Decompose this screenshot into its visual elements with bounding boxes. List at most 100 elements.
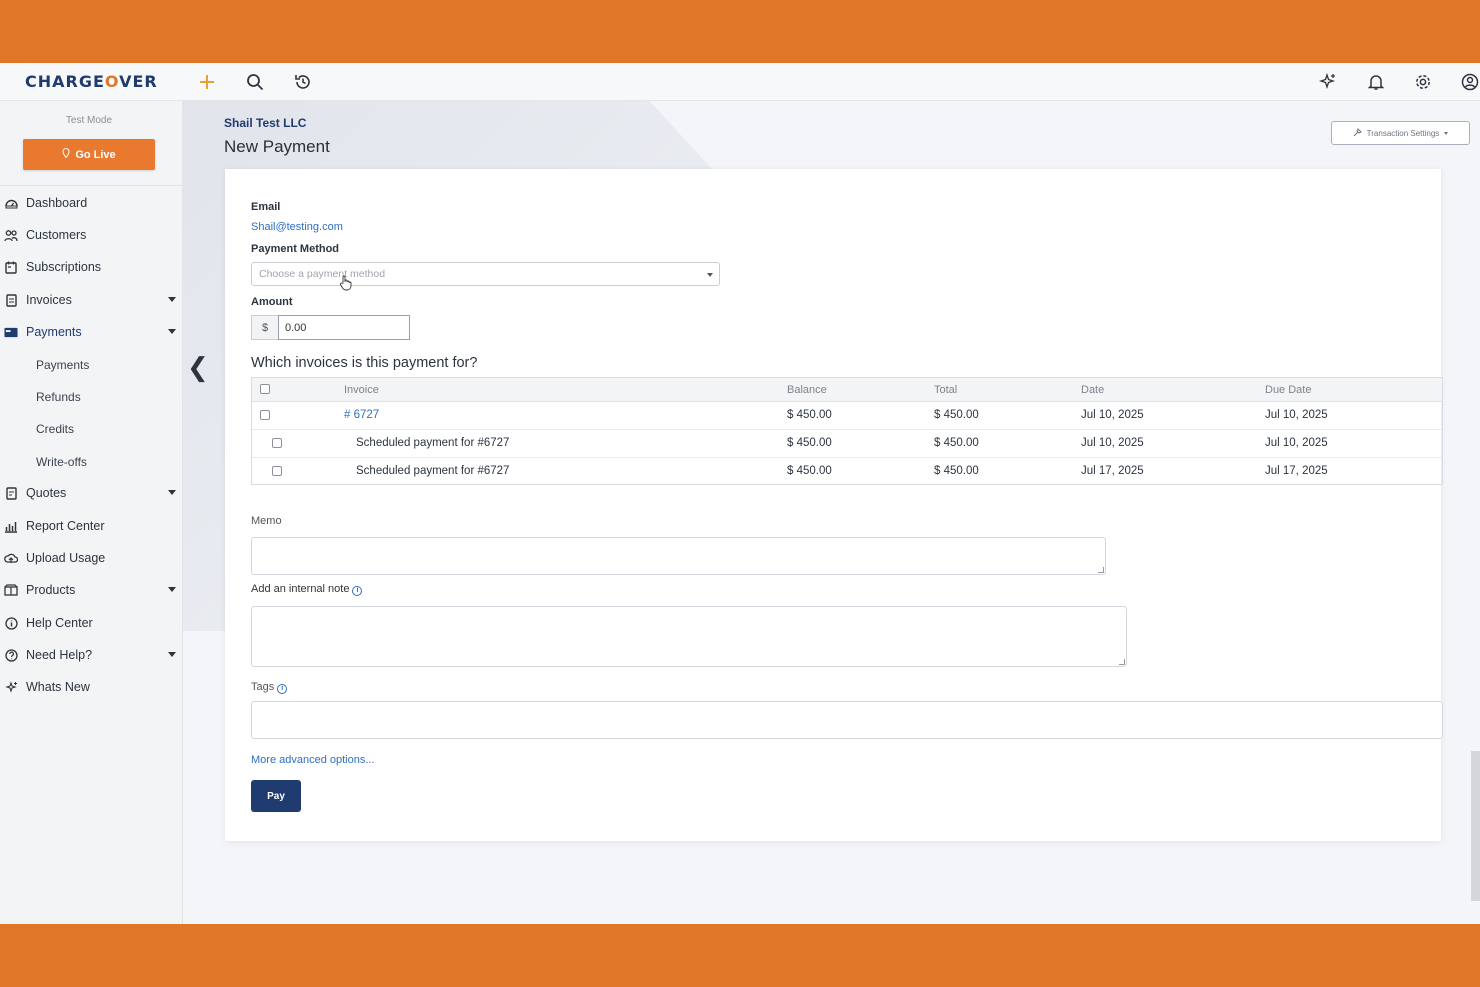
internal-note-textarea[interactable] [251, 606, 1127, 667]
hand-cursor-icon [339, 275, 352, 296]
chevron-down-icon [707, 273, 713, 277]
card-icon [4, 325, 18, 339]
sparkle-icon [4, 680, 18, 694]
chevron-down-icon[interactable] [168, 297, 176, 302]
balance-cell: $ 450.00 [787, 465, 832, 477]
sidebar-item-upload-usage[interactable]: Upload Usage [0, 545, 183, 571]
quote-icon [4, 486, 18, 500]
date-cell: Jul 10, 2025 [1081, 437, 1144, 449]
search-icon[interactable] [243, 70, 267, 94]
sidebar-divider [0, 185, 183, 186]
payment-method-select[interactable]: Choose a payment method [251, 262, 720, 286]
sidebar-subitem-write-offs[interactable]: Write-offs [36, 455, 87, 469]
sidebar-item-need-help[interactable]: Need Help? [0, 642, 183, 668]
sidebar-subitem-credits[interactable]: Credits [36, 422, 74, 436]
sparkle-icon[interactable] [1316, 70, 1340, 94]
pay-button[interactable]: Pay [251, 780, 301, 812]
chargeover-logo[interactable]: CHARGEOVER [25, 72, 158, 91]
select-all-checkbox[interactable] [260, 384, 270, 394]
bell-icon[interactable] [1364, 70, 1388, 94]
memo-textarea[interactable] [251, 537, 1106, 575]
due-date-cell: Jul 10, 2025 [1265, 409, 1328, 421]
row-checkbox[interactable] [272, 438, 282, 448]
memo-label: Memo [251, 515, 282, 527]
chevron-down-icon[interactable] [168, 652, 176, 657]
invoice-icon [4, 293, 18, 307]
report-icon [4, 519, 18, 533]
sidebar-item-quotes[interactable]: Quotes [0, 480, 183, 506]
table-row: # 6727 $ 450.00 $ 450.00 Jul 10, 2025 Ju… [252, 402, 1442, 430]
date-cell: Jul 10, 2025 [1081, 409, 1144, 421]
balance-cell: $ 450.00 [787, 437, 832, 449]
date-cell: Jul 17, 2025 [1081, 465, 1144, 477]
sidebar-item-subscriptions[interactable]: Subscriptions [0, 254, 183, 280]
sidebar-item-dashboard[interactable]: Dashboard [0, 190, 183, 216]
transaction-settings-button[interactable]: Transaction Settings [1331, 121, 1470, 145]
user-icon[interactable] [1458, 70, 1480, 94]
sidebar-subitem-payments[interactable]: Payments [36, 358, 89, 372]
sidebar-item-products[interactable]: Products [0, 577, 183, 603]
total-cell: $ 450.00 [934, 465, 979, 477]
go-live-button[interactable]: Go Live [23, 139, 155, 170]
sidebar-item-invoices[interactable]: Invoices [0, 287, 183, 313]
pin-icon [62, 147, 70, 161]
gear-icon[interactable] [1411, 70, 1435, 94]
invoice-link[interactable]: # 6727 [344, 409, 379, 421]
info-icon[interactable]: i [277, 683, 288, 694]
tags-label: Tags i [251, 681, 288, 694]
column-header-total[interactable]: Total [934, 384, 957, 396]
products-icon [4, 583, 18, 597]
email-value[interactable]: Shail@testing.com [251, 221, 343, 233]
due-date-cell: Jul 10, 2025 [1265, 437, 1328, 449]
row-checkbox[interactable] [272, 466, 282, 476]
email-label: Email [251, 201, 281, 213]
table-row: Scheduled payment for #6727 $ 450.00 $ 4… [252, 458, 1442, 486]
more-advanced-options-link[interactable]: More advanced options... [251, 754, 375, 766]
payment-method-label: Payment Method [251, 243, 340, 255]
tags-input[interactable] [251, 701, 1443, 739]
history-icon[interactable] [291, 70, 315, 94]
invoices-table: Invoice Balance Total Date Due Date # 67… [251, 377, 1443, 485]
scrollbar[interactable] [1471, 751, 1480, 901]
due-date-cell: Jul 17, 2025 [1265, 465, 1328, 477]
customer-company-link[interactable]: Shail Test LLC [224, 116, 306, 130]
sidebar-subitem-refunds[interactable]: Refunds [36, 390, 81, 404]
subscriptions-icon [4, 260, 18, 274]
sidebar-item-whats-new[interactable]: Whats New [0, 674, 183, 700]
chevron-down-icon[interactable] [168, 490, 176, 495]
top-navbar: CHARGEOVER [0, 63, 1480, 101]
sidebar-item-report-center[interactable]: Report Center [0, 513, 183, 539]
plus-icon[interactable] [195, 70, 219, 94]
column-header-balance[interactable]: Balance [787, 384, 827, 396]
collapse-sidebar-chevron-icon[interactable]: ❮ [187, 353, 209, 383]
sidebar-item-help-center[interactable]: Help Center [0, 610, 183, 636]
row-checkbox[interactable] [260, 410, 270, 420]
scheduled-payment-cell: Scheduled payment for #6727 [356, 465, 510, 477]
page-title: New Payment [224, 137, 330, 156]
chevron-down-icon [1444, 131, 1449, 135]
currency-prefix: $ [251, 315, 278, 340]
sidebar: Test Mode Go Live Dashboard Customers Su… [0, 101, 183, 924]
table-header: Invoice Balance Total Date Due Date [252, 378, 1442, 402]
help-icon [4, 648, 18, 662]
bottom-border-band [0, 924, 1480, 987]
scheduled-payment-cell: Scheduled payment for #6727 [356, 437, 510, 449]
chevron-down-icon[interactable] [168, 329, 176, 334]
column-header-date[interactable]: Date [1081, 384, 1104, 396]
test-mode-label: Test Mode [65, 115, 113, 126]
sidebar-item-customers[interactable]: Customers [0, 222, 183, 248]
total-cell: $ 450.00 [934, 409, 979, 421]
payment-form-card: Email Shail@testing.com Payment Method C… [225, 169, 1443, 841]
column-header-invoice[interactable]: Invoice [344, 384, 379, 396]
tools-icon [1353, 127, 1362, 139]
amount-label: Amount [251, 296, 293, 308]
amount-input[interactable]: 0.00 [278, 315, 410, 340]
chevron-down-icon[interactable] [168, 587, 176, 592]
column-header-due-date[interactable]: Due Date [1265, 384, 1311, 396]
table-row: Scheduled payment for #6727 $ 450.00 $ 4… [252, 430, 1442, 458]
info-icon[interactable]: i [352, 585, 363, 596]
balance-cell: $ 450.00 [787, 409, 832, 421]
info-icon [4, 616, 18, 630]
sidebar-item-payments[interactable]: Payments [0, 319, 183, 345]
total-cell: $ 450.00 [934, 437, 979, 449]
